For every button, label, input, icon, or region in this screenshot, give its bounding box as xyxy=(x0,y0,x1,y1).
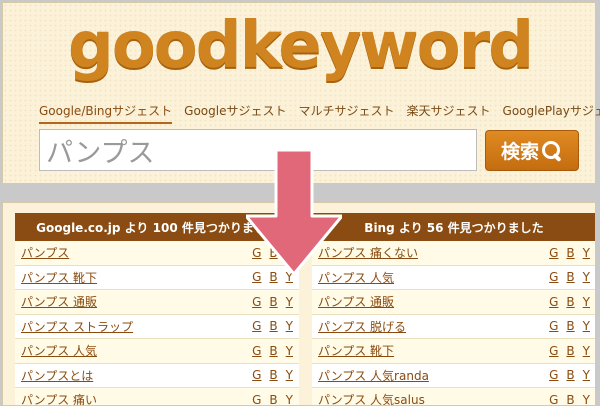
google-link[interactable]: G xyxy=(252,368,261,382)
search-engine-links: GBY xyxy=(252,368,293,382)
tab-google[interactable]: Googleサジェスト xyxy=(184,102,286,124)
yahoo-link[interactable]: Y xyxy=(286,344,293,358)
yahoo-link[interactable]: Y xyxy=(583,319,590,333)
google-link[interactable]: G xyxy=(549,246,558,260)
keyword-link[interactable]: パンプス 痛い xyxy=(21,391,97,405)
yahoo-link[interactable]: Y xyxy=(286,295,293,309)
tab-google-bing[interactable]: Google/Bingサジェスト xyxy=(39,102,173,124)
bing-link[interactable]: B xyxy=(269,295,277,309)
yahoo-link[interactable]: Y xyxy=(286,368,293,382)
table-row: パンプス 通販 G B Y xyxy=(312,290,595,315)
search-engine-links: GBY xyxy=(252,295,293,309)
yahoo-link[interactable]: Y xyxy=(583,246,590,260)
keyword-link[interactable]: パンプス 通販 xyxy=(318,293,394,310)
tab-multi[interactable]: マルチサジェスト xyxy=(298,102,394,124)
keyword-link[interactable]: パンプス 人気randa xyxy=(318,367,429,384)
search-icon xyxy=(541,140,563,162)
bing-results-header: Bing より 56 件見つかりました xyxy=(312,213,595,241)
google-link[interactable]: G xyxy=(549,319,558,333)
yahoo-link[interactable]: Y xyxy=(583,270,590,284)
search-engine-links: GBY xyxy=(252,319,293,333)
tab-bar: Google/Bingサジェスト Googleサジェスト マルチサジェスト 楽天… xyxy=(39,102,600,124)
yahoo-link[interactable]: Y xyxy=(286,319,293,333)
bing-link[interactable]: B xyxy=(566,344,574,358)
keyword-link[interactable]: パンプス 脱げる xyxy=(318,318,406,335)
bing-link[interactable]: B xyxy=(566,295,574,309)
bing-link[interactable]: B xyxy=(566,393,574,405)
yahoo-link[interactable]: Y xyxy=(583,344,590,358)
table-row: パンプス 脱げる G B Y xyxy=(312,314,595,339)
down-arrow-icon xyxy=(246,150,342,274)
search-button[interactable]: 検索 xyxy=(485,130,579,171)
search-engine-links: GBY xyxy=(252,393,293,405)
keyword-link[interactable]: パンプス xyxy=(21,244,69,261)
table-row: パンプス 痛い G B Y xyxy=(15,388,299,405)
google-link[interactable]: G xyxy=(549,368,558,382)
table-row: パンプス 痛くない G B Y xyxy=(312,241,595,266)
table-row: パンプス 人気randa G B Y xyxy=(312,363,595,388)
keyword-link[interactable]: パンプス ストラップ xyxy=(21,318,133,335)
tab-googleplay[interactable]: GooglePlayサジェスト xyxy=(503,102,600,124)
search-engine-links: GBY xyxy=(549,368,590,382)
yahoo-link[interactable]: Y xyxy=(286,393,293,405)
search-engine-links: GBY xyxy=(549,295,590,309)
bing-link[interactable]: B xyxy=(566,368,574,382)
table-row: パンプス 人気 G B Y xyxy=(312,265,595,290)
table-row: パンプスとは G B Y xyxy=(15,363,299,388)
table-row: パンプス 人気salus G B Y xyxy=(312,388,595,405)
keyword-link[interactable]: パンプスとは xyxy=(21,367,93,384)
bing-link[interactable]: B xyxy=(566,319,574,333)
search-engine-links: GBY xyxy=(549,393,590,405)
google-link[interactable]: G xyxy=(252,344,261,358)
google-link[interactable]: G xyxy=(252,319,261,333)
search-engine-links: GBY xyxy=(549,344,590,358)
tab-rakuten[interactable]: 楽天サジェスト xyxy=(407,102,491,124)
table-row: パンプス 人気 G B Y xyxy=(15,339,299,364)
google-link[interactable]: G xyxy=(549,344,558,358)
search-engine-links: GBY xyxy=(252,344,293,358)
table-row: パンプス 通販 G B Y xyxy=(15,290,299,315)
keyword-link[interactable]: パンプス 靴下 xyxy=(21,269,97,286)
search-engine-links: GBY xyxy=(549,319,590,333)
bing-link[interactable]: B xyxy=(566,246,574,260)
keyword-link[interactable]: パンプス 人気 xyxy=(21,342,97,359)
table-row: パンプス 靴下 G B Y xyxy=(312,339,595,364)
keyword-link[interactable]: パンプス 人気salus xyxy=(318,391,425,405)
search-button-label: 検索 xyxy=(500,141,539,163)
bing-link[interactable]: B xyxy=(269,368,277,382)
google-link[interactable]: G xyxy=(252,393,261,405)
search-engine-links: GBY xyxy=(549,246,590,260)
yahoo-link[interactable]: Y xyxy=(583,393,590,405)
google-link[interactable]: G xyxy=(549,393,558,405)
keyword-link[interactable]: パンプス 靴下 xyxy=(318,342,394,359)
bing-link[interactable]: B xyxy=(269,319,277,333)
yahoo-link[interactable]: Y xyxy=(583,295,590,309)
google-link[interactable]: G xyxy=(549,270,558,284)
logo[interactable]: goodkeyword xyxy=(3,9,597,83)
google-link[interactable]: G xyxy=(252,295,261,309)
bing-link[interactable]: B xyxy=(269,393,277,405)
bing-link[interactable]: B xyxy=(566,270,574,284)
keyword-link[interactable]: パンプス 通販 xyxy=(21,293,97,310)
table-row: パンプス ストラップ G B Y xyxy=(15,314,299,339)
bing-results: Bing より 56 件見つかりました パンプス 痛くない G B Y パンプス 人気 G… xyxy=(312,213,595,405)
yahoo-link[interactable]: Y xyxy=(583,368,590,382)
bing-link[interactable]: B xyxy=(269,344,277,358)
google-link[interactable]: G xyxy=(549,295,558,309)
search-engine-links: GBY xyxy=(549,270,590,284)
